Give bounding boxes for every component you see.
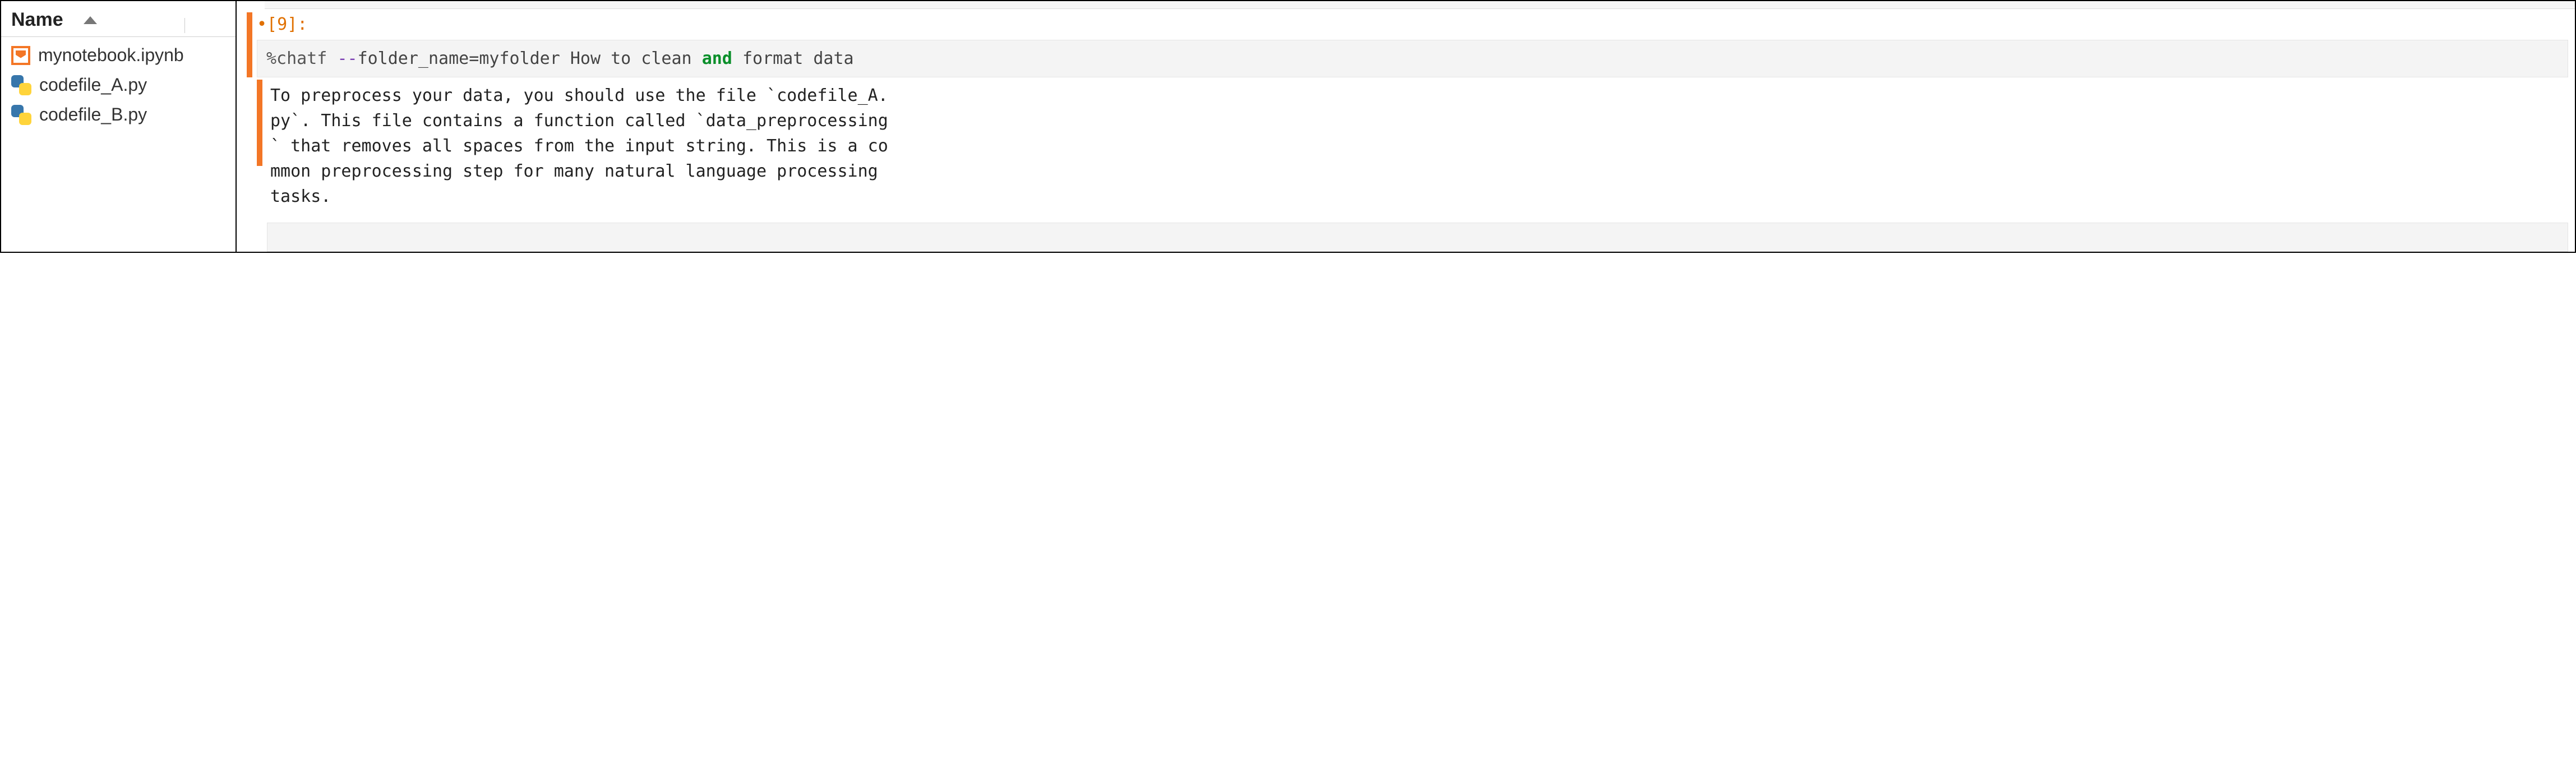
code-token-eq: = [469, 49, 479, 68]
notebook-panel: •[9]: %chatf --folder_name=myfolder How … [237, 1, 2575, 252]
prompt-bullet-icon: •[ [257, 15, 277, 34]
cell-body: •[9]: %chatf --folder_name=myfolder How … [257, 12, 2568, 77]
notebook-icon [11, 46, 30, 65]
output-line: ` that removes all spaces from the input… [270, 136, 888, 156]
notebook-top-border [265, 1, 2575, 9]
file-list: mynotebook.ipynb codefile_A.py codefile_… [1, 37, 236, 133]
code-token-query-post: format data [742, 49, 854, 68]
file-browser-header[interactable]: Name [1, 1, 236, 37]
python-icon [11, 105, 31, 125]
file-item-notebook[interactable]: mynotebook.ipynb [1, 40, 236, 70]
execution-count: 9 [277, 15, 287, 34]
sort-ascending-icon[interactable] [84, 16, 97, 24]
code-input-area[interactable]: %chatf --folder_name=myfolder How to cle… [257, 40, 2568, 77]
file-item-python-b[interactable]: codefile_B.py [1, 100, 236, 130]
file-browser-panel: Name mynotebook.ipynb codefile_A.py code… [1, 1, 237, 252]
code-token-query-pre: How to clean [570, 49, 692, 68]
output-line: To preprocess your data, you should use … [270, 86, 888, 105]
output-line: mmon preprocessing step for many natural… [270, 161, 878, 181]
execution-prompt: •[9]: [257, 12, 2568, 39]
file-item-label: mynotebook.ipynb [38, 45, 184, 66]
prompt-suffix: ]: [287, 15, 307, 34]
cell-output: To preprocess your data, you should use … [257, 80, 2568, 212]
file-item-label: codefile_B.py [39, 104, 147, 125]
notebook-inner: •[9]: %chatf --folder_name=myfolder How … [247, 9, 2575, 252]
column-divider [184, 18, 185, 33]
code-token-keyword-and: and [702, 49, 732, 68]
code-token-option-flag: -- [337, 49, 357, 68]
column-header-name[interactable]: Name [11, 9, 63, 31]
output-text[interactable]: To preprocess your data, you should use … [267, 80, 2568, 212]
output-select-bar[interactable] [257, 80, 262, 166]
code-cell[interactable]: •[9]: %chatf --folder_name=myfolder How … [247, 12, 2568, 77]
code-token-option-val: myfolder [479, 49, 560, 68]
python-icon [11, 75, 31, 95]
file-item-python-a[interactable]: codefile_A.py [1, 70, 236, 100]
jupyterlab-window: Name mynotebook.ipynb codefile_A.py code… [0, 0, 2576, 253]
file-item-label: codefile_A.py [39, 75, 147, 95]
output-line: py`. This file contains a function calle… [270, 111, 888, 131]
code-token-magic: %chatf [266, 49, 327, 68]
output-line: tasks. [270, 187, 331, 206]
empty-code-cell[interactable] [267, 223, 2568, 252]
code-token-option-name: folder_name [358, 49, 469, 68]
cell-select-bar[interactable] [247, 12, 252, 77]
